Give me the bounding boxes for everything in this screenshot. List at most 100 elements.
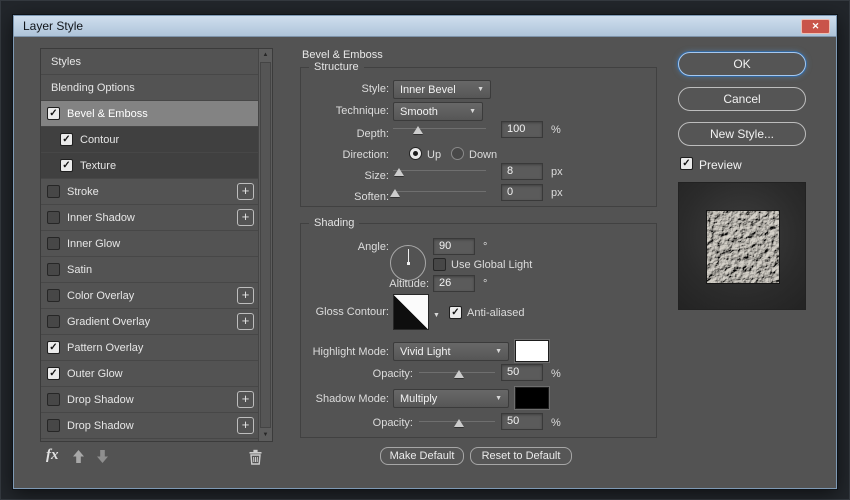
outer-glow-checkbox[interactable]: ✓ bbox=[47, 367, 60, 380]
slider-thumb[interactable] bbox=[389, 189, 400, 197]
sidebar-item-blending-options[interactable]: Blending Options bbox=[41, 75, 258, 101]
contour-dropdown-icon[interactable]: ▼ bbox=[433, 312, 440, 319]
new-style-button[interactable]: New Style... bbox=[678, 122, 806, 146]
stroke-checkbox[interactable] bbox=[47, 185, 60, 198]
anti-aliased-checkbox[interactable]: ✓ bbox=[449, 306, 462, 319]
direction-down-radio[interactable] bbox=[451, 147, 464, 160]
inner-shadow-checkbox[interactable] bbox=[47, 211, 60, 224]
reset-to-default-button[interactable]: Reset to Default bbox=[470, 447, 572, 465]
use-global-light-checkbox[interactable] bbox=[433, 258, 446, 271]
shadow-opacity-slider[interactable] bbox=[419, 415, 495, 429]
sidebar-item-gradient-overlay[interactable]: Gradient Overlay + bbox=[41, 309, 258, 335]
size-slider[interactable] bbox=[393, 164, 486, 178]
add-drop-shadow-1-button[interactable]: + bbox=[237, 391, 254, 408]
dropdown-arrow-icon: ▼ bbox=[469, 108, 476, 115]
depth-slider[interactable] bbox=[393, 122, 486, 136]
inner-glow-checkbox[interactable] bbox=[47, 237, 60, 250]
technique-value: Smooth bbox=[400, 105, 438, 118]
angle-input[interactable]: 90 bbox=[433, 238, 475, 255]
sidebar-item-texture[interactable]: ✓ Texture bbox=[41, 153, 258, 179]
slider-thumb[interactable] bbox=[393, 168, 404, 176]
highlight-opacity-unit: % bbox=[551, 368, 561, 380]
drop-shadow-1-checkbox[interactable] bbox=[47, 393, 60, 406]
depth-input[interactable]: 100 bbox=[501, 121, 543, 138]
bevel-emboss-checkbox[interactable]: ✓ bbox=[47, 107, 60, 120]
sidebar-item-drop-shadow-1[interactable]: Drop Shadow + bbox=[41, 387, 258, 413]
cancel-button[interactable]: Cancel bbox=[678, 87, 806, 111]
contour-checkbox[interactable]: ✓ bbox=[60, 133, 73, 146]
make-default-button[interactable]: Make Default bbox=[380, 447, 464, 465]
sidebar-item-label: Outer Glow bbox=[67, 367, 123, 380]
direction-up-radio[interactable] bbox=[409, 147, 422, 160]
trash-icon[interactable] bbox=[248, 449, 263, 465]
sidebar-item-drop-shadow-2[interactable]: Drop Shadow + bbox=[41, 413, 258, 439]
highlight-opacity-slider[interactable] bbox=[419, 366, 495, 380]
slider-thumb[interactable] bbox=[454, 419, 465, 427]
scroll-up-icon[interactable]: ▲ bbox=[259, 52, 272, 58]
sidebar-item-contour[interactable]: ✓ Contour bbox=[41, 127, 258, 153]
scrollbar-thumb[interactable] bbox=[260, 62, 271, 428]
gloss-contour-picker[interactable] bbox=[393, 294, 429, 330]
texture-checkbox[interactable]: ✓ bbox=[60, 159, 73, 172]
shadow-color-swatch[interactable] bbox=[515, 387, 549, 409]
size-input[interactable]: 8 bbox=[501, 163, 543, 180]
add-gradient-overlay-button[interactable]: + bbox=[237, 313, 254, 330]
technique-label: Technique: bbox=[335, 105, 389, 117]
shadow-opacity-label: Opacity: bbox=[372, 417, 413, 429]
soften-input[interactable]: 0 bbox=[501, 184, 543, 201]
preview-checkbox[interactable]: ✓ bbox=[680, 157, 693, 170]
check-icon: ✓ bbox=[62, 160, 71, 171]
shadow-opacity-input[interactable]: 50 bbox=[501, 413, 543, 430]
soften-slider[interactable] bbox=[389, 185, 486, 199]
technique-dropdown[interactable]: Smooth ▼ bbox=[393, 102, 483, 121]
titlebar[interactable]: Layer Style ✕ bbox=[14, 16, 836, 37]
sidebar-scrollbar[interactable]: ▲ ▼ bbox=[258, 49, 272, 441]
sidebar-item-styles[interactable]: Styles bbox=[41, 49, 258, 75]
plus-icon: + bbox=[241, 183, 250, 198]
sidebar-item-inner-shadow[interactable]: Inner Shadow + bbox=[41, 205, 258, 231]
altitude-unit: ° bbox=[483, 278, 488, 290]
shadow-opacity-unit: % bbox=[551, 417, 561, 429]
shadow-mode-dropdown[interactable]: Multiply ▼ bbox=[393, 389, 509, 408]
sidebar-item-label: Stroke bbox=[67, 185, 99, 198]
add-color-overlay-button[interactable]: + bbox=[237, 287, 254, 304]
plus-icon: + bbox=[241, 417, 250, 432]
sidebar-item-pattern-overlay[interactable]: ✓ Pattern Overlay bbox=[41, 335, 258, 361]
close-button[interactable]: ✕ bbox=[801, 18, 830, 34]
sidebar-item-color-overlay[interactable]: Color Overlay + bbox=[41, 283, 258, 309]
highlight-mode-dropdown[interactable]: Vivid Light ▼ bbox=[393, 342, 509, 361]
soften-unit: px bbox=[551, 187, 563, 199]
pattern-texture-image bbox=[706, 210, 780, 284]
sidebar-item-outer-glow[interactable]: ✓ Outer Glow bbox=[41, 361, 258, 387]
styles-list-panel: Styles Blending Options ✓ Bevel & Emboss… bbox=[40, 48, 273, 442]
highlight-opacity-input[interactable]: 50 bbox=[501, 364, 543, 381]
angle-unit: ° bbox=[483, 241, 488, 253]
sidebar-item-bevel-emboss[interactable]: ✓ Bevel & Emboss bbox=[41, 101, 258, 127]
pattern-overlay-checkbox[interactable]: ✓ bbox=[47, 341, 60, 354]
sidebar-item-stroke[interactable]: Stroke + bbox=[41, 179, 258, 205]
sidebar-item-inner-glow[interactable]: Inner Glow bbox=[41, 231, 258, 257]
add-drop-shadow-2-button[interactable]: + bbox=[237, 417, 254, 434]
sidebar-item-satin[interactable]: Satin bbox=[41, 257, 258, 283]
move-down-icon[interactable] bbox=[96, 449, 109, 464]
direction-up-label: Up bbox=[427, 149, 442, 161]
move-up-icon[interactable] bbox=[72, 449, 85, 464]
fx-icon[interactable]: fx bbox=[46, 447, 59, 464]
gradient-overlay-checkbox[interactable] bbox=[47, 315, 60, 328]
add-stroke-button[interactable]: + bbox=[237, 183, 254, 200]
style-dropdown[interactable]: Inner Bevel ▼ bbox=[393, 80, 491, 99]
angle-dial[interactable] bbox=[390, 245, 426, 281]
color-overlay-checkbox[interactable] bbox=[47, 289, 60, 302]
satin-checkbox[interactable] bbox=[47, 263, 60, 276]
slider-thumb[interactable] bbox=[454, 370, 465, 378]
plus-icon: + bbox=[241, 391, 250, 406]
add-inner-shadow-button[interactable]: + bbox=[237, 209, 254, 226]
structure-legend: Structure bbox=[309, 61, 364, 73]
ok-button[interactable]: OK bbox=[678, 52, 806, 76]
sidebar-item-label: Color Overlay bbox=[67, 289, 135, 302]
scroll-down-icon[interactable]: ▼ bbox=[259, 432, 272, 438]
highlight-color-swatch[interactable] bbox=[515, 340, 549, 362]
slider-thumb[interactable] bbox=[413, 126, 424, 134]
altitude-input[interactable]: 26 bbox=[433, 275, 475, 292]
drop-shadow-2-checkbox[interactable] bbox=[47, 419, 60, 432]
